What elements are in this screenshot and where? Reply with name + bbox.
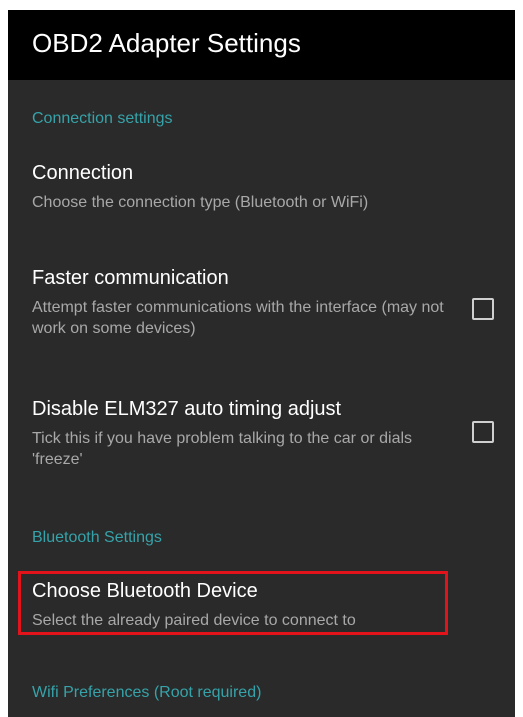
pref-connection[interactable]: Connection Choose the connection type (B…: [8, 150, 515, 230]
page-title: OBD2 Adapter Settings: [32, 28, 301, 58]
highlight-annotation-box: [18, 571, 448, 635]
settings-screen: OBD2 Adapter Settings Connection setting…: [8, 10, 515, 717]
pref-connection-title: Connection: [32, 162, 134, 184]
section-header-connection: Connection settings: [32, 110, 173, 127]
section-header-wifi: Wifi Preferences (Root required): [32, 684, 262, 701]
pref-connection-summary: Choose the connection type (Bluetooth or…: [32, 194, 369, 211]
pref-disable-auto-timing-title: Disable ELM327 auto timing adjust: [32, 398, 342, 420]
pref-faster-communication-title: Faster communication: [32, 267, 229, 289]
faster-communication-checkbox[interactable]: [472, 298, 494, 320]
disable-auto-timing-checkbox[interactable]: [472, 421, 494, 443]
pref-faster-communication-summary: Attempt faster communications with the i…: [32, 299, 444, 337]
app-bar: OBD2 Adapter Settings: [8, 10, 515, 80]
pref-disable-auto-timing[interactable]: Disable ELM327 auto timing adjust Tick t…: [8, 388, 515, 488]
pref-faster-communication[interactable]: Faster communication Attempt faster comm…: [8, 255, 515, 355]
pref-disable-auto-timing-summary: Tick this if you have problem talking to…: [32, 430, 413, 468]
section-header-bluetooth: Bluetooth Settings: [32, 529, 162, 546]
